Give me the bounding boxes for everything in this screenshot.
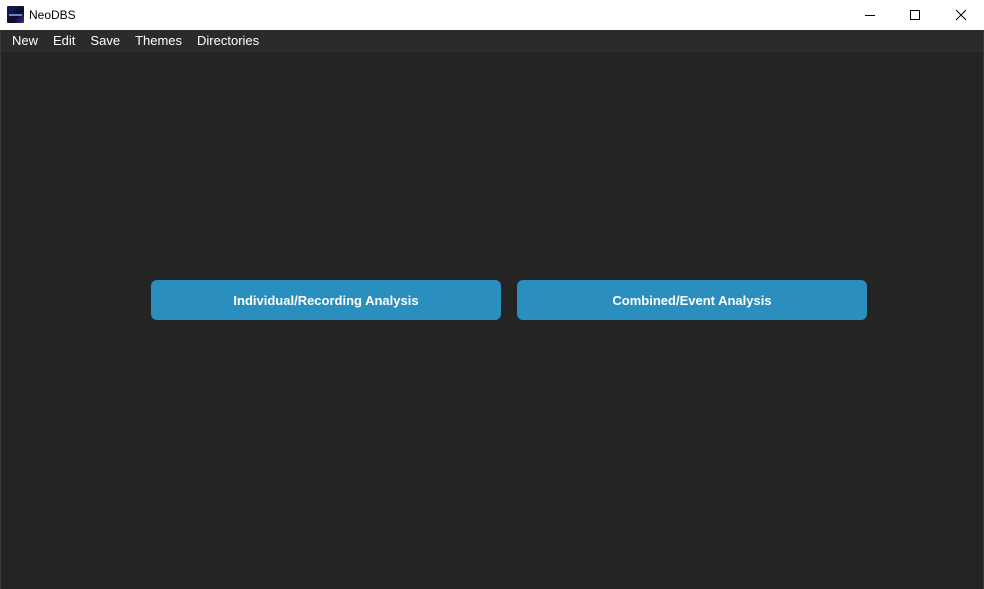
main-content: Individual/Recording Analysis Combined/E…	[0, 52, 984, 589]
maximize-button[interactable]	[892, 0, 938, 30]
menu-new[interactable]: New	[12, 30, 46, 52]
combined-event-analysis-button[interactable]: Combined/Event Analysis	[517, 280, 867, 320]
menu-bar: New Edit Save Themes Directories	[0, 30, 984, 52]
minimize-button[interactable]	[847, 0, 893, 30]
app-window: NeoDBS New Edit Save Themes Directories …	[0, 0, 984, 589]
maximize-icon	[910, 10, 920, 20]
title-bar[interactable]: NeoDBS	[0, 0, 984, 30]
minimize-icon	[865, 15, 875, 16]
close-icon	[955, 9, 967, 21]
window-title: NeoDBS	[29, 8, 76, 22]
menu-edit[interactable]: Edit	[53, 30, 83, 52]
menu-themes[interactable]: Themes	[135, 30, 190, 52]
menu-directories[interactable]: Directories	[197, 30, 267, 52]
menu-save[interactable]: Save	[90, 30, 128, 52]
app-logo-icon	[7, 6, 24, 23]
individual-recording-analysis-button[interactable]: Individual/Recording Analysis	[151, 280, 501, 320]
close-button[interactable]	[938, 0, 984, 30]
